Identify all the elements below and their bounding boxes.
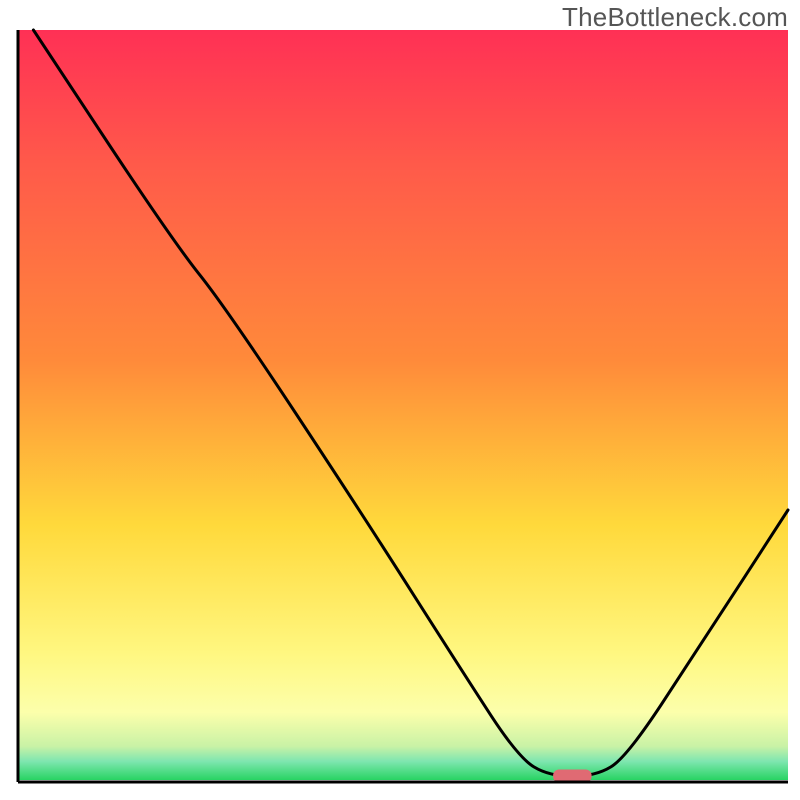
gradient-background (18, 30, 788, 780)
watermark-text: TheBottleneck.com (562, 2, 788, 33)
bottleneck-chart (0, 0, 800, 800)
